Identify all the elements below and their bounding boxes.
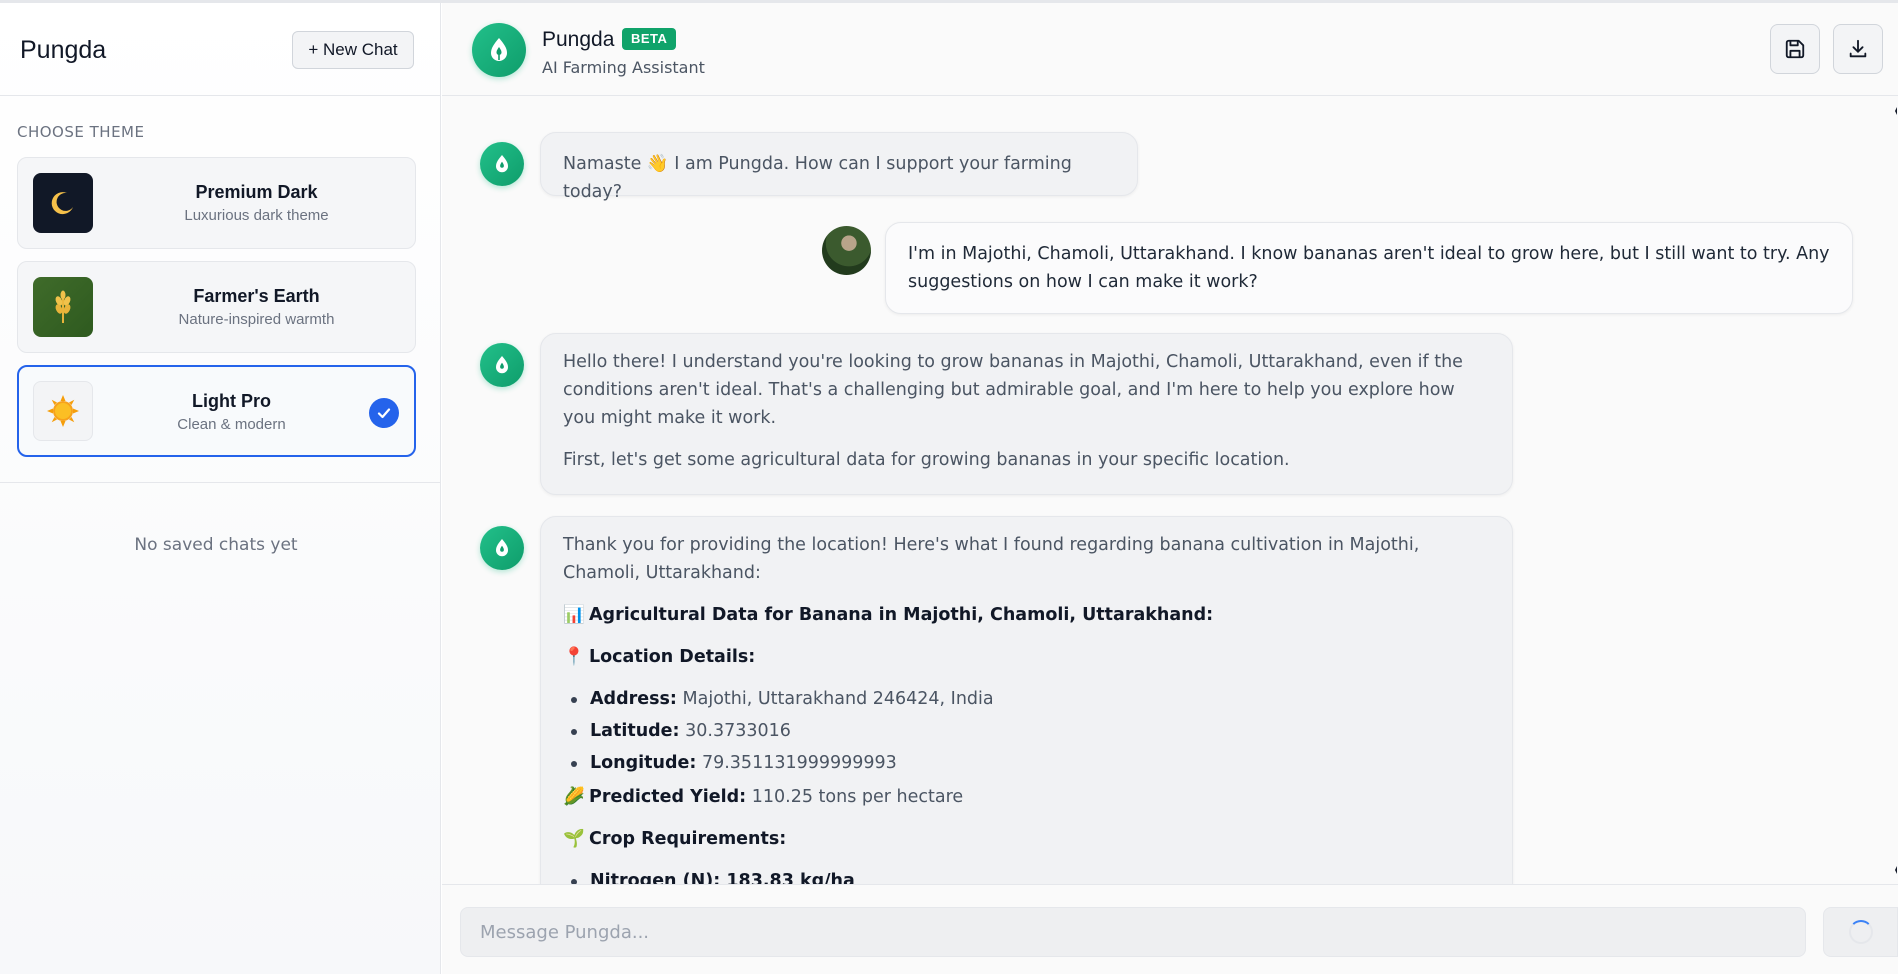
seedling-icon: 🌱 xyxy=(563,829,585,849)
theme-description: Luxurious dark theme xyxy=(184,207,329,224)
sidebar-title: Pungda xyxy=(20,36,107,64)
moon-icon xyxy=(33,173,93,233)
bot-avatar-icon xyxy=(480,142,524,186)
download-chat-button[interactable] xyxy=(1833,24,1883,74)
theme-name: Farmer's Earth xyxy=(193,286,320,306)
message-text: I'm in Majothi, Chamoli, Uttarakhand. I … xyxy=(908,244,1830,292)
location-heading: 📍 Location Details: xyxy=(563,643,1490,671)
user-message: I'm in Majothi, Chamoli, Uttarakhand. I … xyxy=(885,222,1853,314)
check-icon xyxy=(369,398,399,428)
corn-icon: 🌽 xyxy=(563,787,585,807)
crop-requirements-list: Nitrogen (N): 183.83 kg/ha xyxy=(567,867,1490,884)
send-button[interactable] xyxy=(1823,907,1898,957)
predicted-yield: 🌽 Predicted Yield: 110.25 tons per hectar… xyxy=(563,783,1490,811)
bot-message: Hello there! I understand you're looking… xyxy=(540,333,1513,495)
bot-avatar-icon xyxy=(480,526,524,570)
location-details-list: Address: Majothi, Uttarakhand 246424, In… xyxy=(567,685,1490,777)
message-input[interactable] xyxy=(460,907,1806,957)
message-text: Namaste 👋 I am Pungda. How can I support… xyxy=(563,154,1072,202)
theme-name: Light Pro xyxy=(192,391,271,411)
list-item: Latitude: 30.3733016 xyxy=(567,717,1490,745)
theme-option-light-pro[interactable]: Light Pro Clean & modern xyxy=(17,365,416,457)
chat-scrollbar[interactable] xyxy=(1894,97,1898,884)
loading-spinner-icon xyxy=(1848,920,1873,944)
beta-badge: BETA xyxy=(622,28,677,50)
app-subtitle: AI Farming Assistant xyxy=(542,58,705,77)
sidebar-divider xyxy=(0,482,440,483)
message-paragraph: First, let's get some agricultural data … xyxy=(563,450,1290,470)
message-list[interactable]: Namaste 👋 I am Pungda. How can I support… xyxy=(442,97,1898,884)
list-item: Nitrogen (N): 183.83 kg/ha xyxy=(567,867,1490,884)
save-chat-button[interactable] xyxy=(1770,24,1820,74)
bot-avatar-icon xyxy=(480,343,524,387)
chat-header: Pungda BETA AI Farming Assistant xyxy=(442,3,1898,96)
theme-option-farmers-earth[interactable]: Farmer's Earth Nature-inspired warmth xyxy=(17,261,416,353)
theme-description: Clean & modern xyxy=(177,416,286,433)
save-icon xyxy=(1785,39,1805,59)
saved-chats-empty-text: No saved chats yet xyxy=(134,535,298,555)
sun-icon xyxy=(33,381,93,441)
user-avatar xyxy=(822,226,871,275)
theme-name: Premium Dark xyxy=(195,182,318,202)
message-paragraph: Hello there! I understand you're looking… xyxy=(563,352,1463,428)
new-chat-button[interactable]: + New Chat xyxy=(292,31,414,69)
theme-section-label: CHOOSE THEME xyxy=(17,123,145,141)
composer xyxy=(442,884,1898,974)
chat-main: Pungda BETA AI Farming Assistant Namaste… xyxy=(442,3,1898,974)
pin-icon: 📍 xyxy=(563,647,585,667)
theme-option-premium-dark[interactable]: Premium Dark Luxurious dark theme xyxy=(17,157,416,249)
app-name: Pungda xyxy=(542,28,615,51)
message-paragraph: Thank you for providing the location! He… xyxy=(563,535,1420,583)
data-heading: 📊 Agricultural Data for Banana in Majothi… xyxy=(563,601,1490,629)
sidebar-header: Pungda + New Chat xyxy=(0,3,440,96)
sidebar: Pungda + New Chat CHOOSE THEME Premium D… xyxy=(0,3,441,974)
crop-requirements-heading: 🌱 Crop Requirements: xyxy=(563,825,1490,853)
pungda-logo-icon xyxy=(472,23,526,77)
bot-message: Thank you for providing the location! He… xyxy=(540,516,1513,884)
download-icon xyxy=(1849,39,1867,58)
theme-description: Nature-inspired warmth xyxy=(178,311,335,328)
list-item: Longitude: 79.351131999999993 xyxy=(567,749,1490,777)
list-item: Address: Majothi, Uttarakhand 246424, In… xyxy=(567,685,1490,713)
wheat-icon xyxy=(33,277,93,337)
bar-chart-icon: 📊 xyxy=(563,605,585,625)
bot-message: Namaste 👋 I am Pungda. How can I support… xyxy=(540,132,1138,202)
